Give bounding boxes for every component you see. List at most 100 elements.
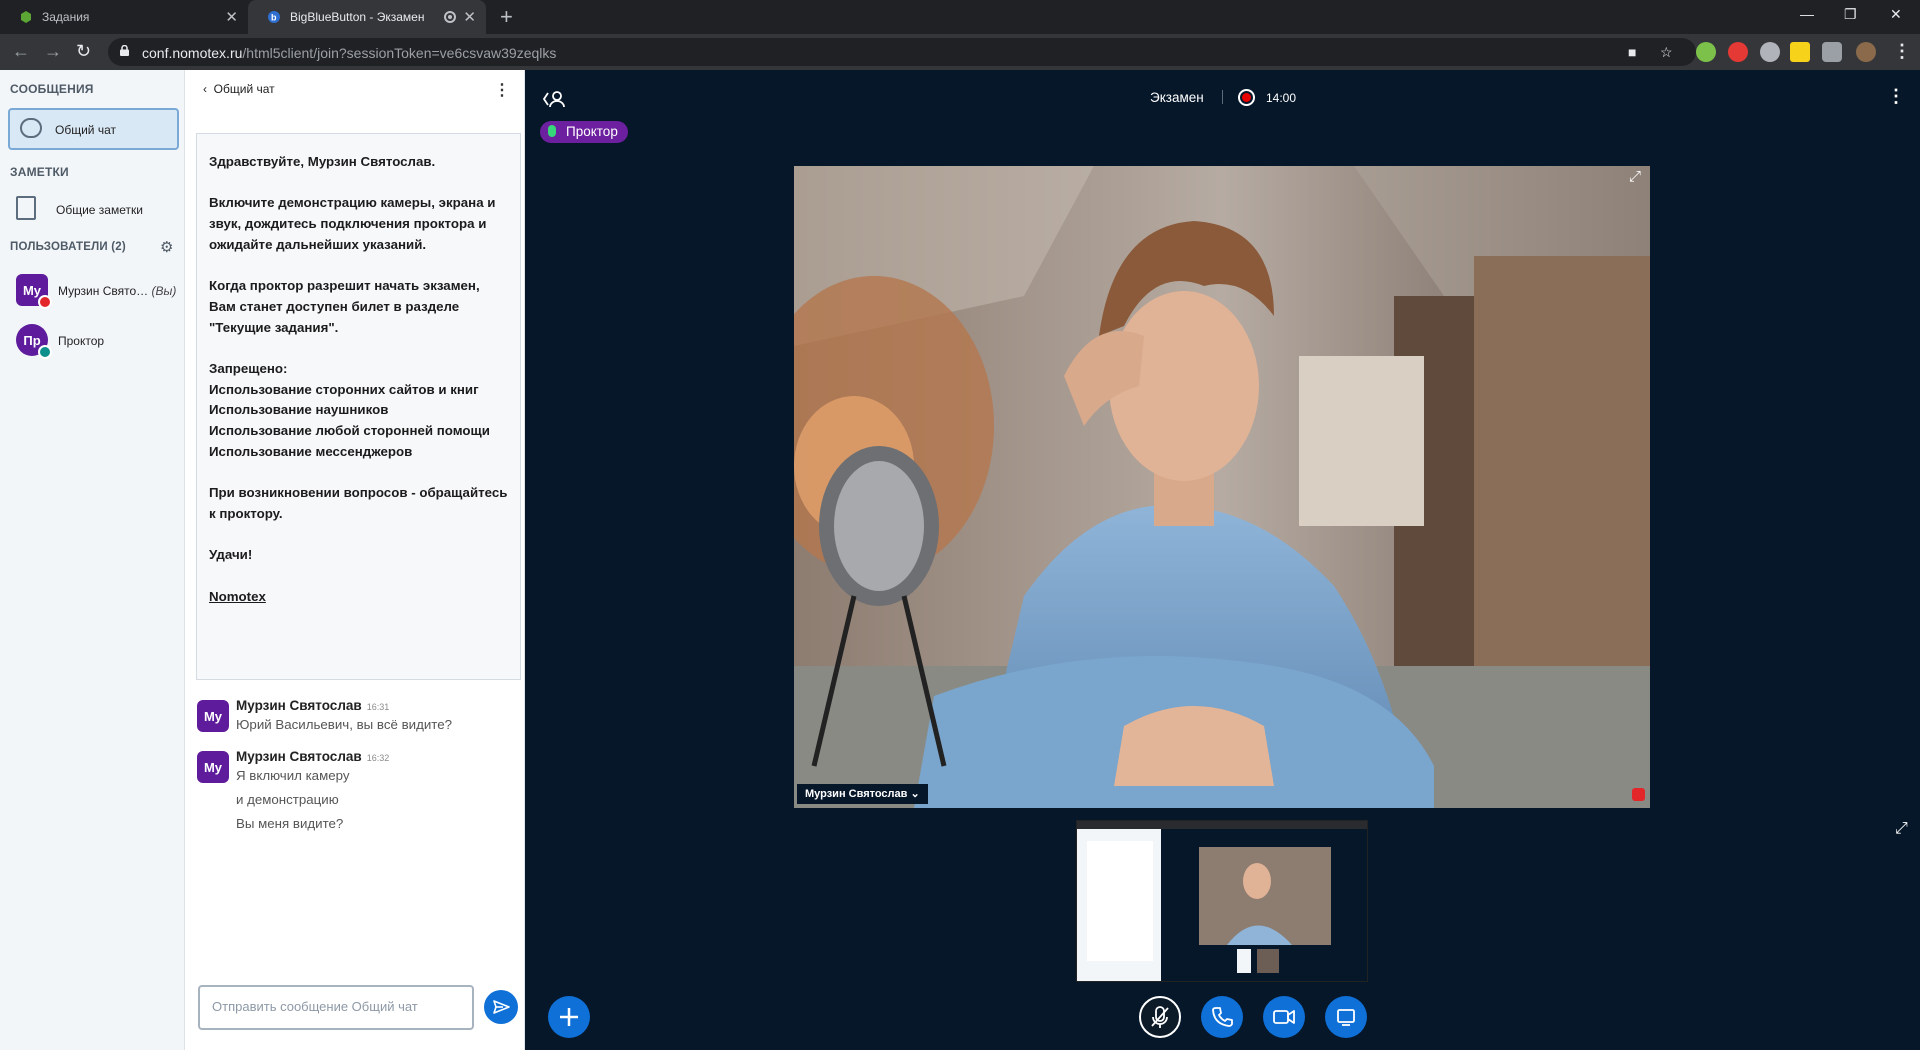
extension-yellow-icon[interactable] bbox=[1790, 42, 1810, 62]
forbidden-item: Использование наушников bbox=[209, 402, 389, 418]
back-icon[interactable]: ← bbox=[12, 41, 30, 62]
screen-share-preview[interactable] bbox=[1076, 820, 1368, 982]
talking-indicator-name: Проктор bbox=[566, 124, 618, 139]
window-close-icon[interactable]: ✕ bbox=[1890, 6, 1902, 23]
user-item-proctor[interactable]: Пр Проктор bbox=[14, 320, 184, 360]
address-bar[interactable]: conf.nomotex.ru/html5client/join?session… bbox=[108, 38, 1696, 66]
send-message-button[interactable] bbox=[484, 990, 518, 1024]
message-author: Мурзин Святослав 16:32 bbox=[236, 749, 390, 764]
forward-icon[interactable]: → bbox=[44, 41, 62, 62]
browser-menu-icon[interactable]: ⋮ bbox=[1893, 41, 1911, 62]
camera-in-use-icon[interactable]: ■ bbox=[1628, 44, 1636, 60]
screen-share-image bbox=[1077, 821, 1367, 981]
user-item-self[interactable]: Му Мурзин Свято… (Вы) bbox=[14, 270, 184, 310]
message-author: Мурзин Святослав 16:31 bbox=[236, 698, 390, 713]
welcome-signature: Nomotex bbox=[209, 588, 266, 604]
message-text: Юрий Васильевич, вы всё видите? bbox=[236, 717, 452, 732]
screen-share-icon bbox=[1337, 1009, 1355, 1026]
messages-section-title: СООБЩЕНИЯ bbox=[10, 82, 94, 96]
forbidden-item: Использование любой сторонней помощи bbox=[209, 423, 490, 439]
extension-globe-icon[interactable] bbox=[1760, 42, 1780, 62]
chat-message: Му Мурзин Святослав 16:31 Юрий Васильевич… bbox=[197, 698, 517, 738]
reload-icon[interactable]: ↻ bbox=[76, 41, 91, 62]
camera-icon bbox=[1273, 1010, 1295, 1024]
document-icon bbox=[16, 196, 36, 220]
webcam-video[interactable]: Мурзин Святослав ⌄ ⤢ bbox=[794, 166, 1650, 808]
presentation-fullscreen-icon[interactable]: ⤢ bbox=[1895, 820, 1908, 838]
chat-bubble-icon bbox=[20, 118, 42, 138]
public-chat-label: Общий чат bbox=[55, 123, 116, 137]
shared-notes-label: Общие заметки bbox=[56, 203, 143, 217]
recording-time: 14:00 bbox=[1266, 91, 1297, 105]
browser-tab-zadaniya[interactable]: Задания ✕ bbox=[0, 0, 248, 34]
bbb-app: СООБЩЕНИЯ Общий чат ЗАМЕТКИ Общие заметк… bbox=[0, 70, 1920, 1050]
fullscreen-icon[interactable]: ⤢ bbox=[1629, 168, 1641, 185]
browser-tab-bar: Задания ✕ b BigBlueButton - Экзамен ✕ + … bbox=[0, 0, 1920, 34]
send-icon bbox=[493, 1000, 510, 1014]
forbidden-title: Запрещено: bbox=[209, 360, 288, 376]
profile-avatar-icon[interactable] bbox=[1856, 42, 1876, 62]
meeting-options-icon[interactable]: ⋮ bbox=[1887, 86, 1905, 107]
avatar: Му bbox=[197, 751, 229, 783]
tab-close-icon[interactable]: ✕ bbox=[225, 8, 238, 26]
chat-message-input[interactable] bbox=[212, 999, 472, 1014]
extensions-puzzle-icon[interactable] bbox=[1822, 42, 1842, 62]
minimize-icon[interactable]: — bbox=[1800, 6, 1814, 22]
tab-title: BigBlueButton - Экзамен bbox=[290, 10, 425, 24]
header-divider bbox=[1222, 90, 1223, 104]
talking-indicator[interactable]: Проктор bbox=[540, 121, 628, 143]
forbidden-item: Использование мессенджеров bbox=[209, 443, 413, 459]
user-list-panel: СООБЩЕНИЯ Общий чат ЗАМЕТКИ Общие заметк… bbox=[0, 70, 185, 1050]
phone-icon bbox=[1212, 1007, 1233, 1027]
recording-indicator-icon[interactable] bbox=[1238, 89, 1255, 106]
toggle-userlist-icon[interactable] bbox=[542, 88, 568, 110]
chat-message: Му Мурзин Святослав 16:32 Я включил камер… bbox=[197, 749, 517, 839]
hexagon-favicon-icon bbox=[21, 11, 31, 23]
welcome-para2: Когда проктор разрешит начать экзамен, В… bbox=[209, 278, 480, 335]
shared-notes-item[interactable]: Общие заметки bbox=[10, 192, 181, 228]
chat-header[interactable]: ‹ Общий чат bbox=[203, 82, 275, 96]
message-time: 16:32 bbox=[366, 753, 390, 763]
leave-audio-button[interactable] bbox=[1201, 996, 1243, 1038]
webcam-image bbox=[794, 166, 1650, 808]
mute-microphone-button[interactable] bbox=[1139, 996, 1181, 1038]
chat-message-input-wrapper bbox=[198, 985, 474, 1030]
tab-close-icon[interactable]: ✕ bbox=[463, 8, 476, 26]
extension-hand-icon[interactable] bbox=[1728, 42, 1748, 62]
mic-muted-icon bbox=[1151, 1006, 1169, 1028]
welcome-para1: Включите демонстрацию камеры, экрана и з… bbox=[209, 195, 496, 252]
new-tab-icon[interactable]: + bbox=[500, 4, 513, 30]
actions-plus-button[interactable] bbox=[548, 996, 590, 1038]
bbb-favicon-icon: b bbox=[268, 11, 280, 23]
browser-toolbar: ← → ↻ conf.nomotex.ru/html5client/join?s… bbox=[0, 34, 1920, 70]
bookmark-star-icon[interactable]: ☆ bbox=[1660, 44, 1673, 61]
meeting-title: Экзамен bbox=[1150, 90, 1204, 105]
user-name: Мурзин Свято… (Вы) bbox=[58, 284, 177, 298]
message-text: и демонстрацию bbox=[236, 792, 339, 807]
browser-tab-bigbluebutton[interactable]: b BigBlueButton - Экзамен ✕ bbox=[248, 0, 486, 34]
welcome-message: Здравствуйте, Мурзин Святослав. Включите… bbox=[196, 133, 521, 680]
video-username-label[interactable]: Мурзин Святослав ⌄ bbox=[797, 784, 928, 804]
lock-icon bbox=[120, 45, 129, 56]
extension-frog-icon[interactable] bbox=[1696, 42, 1716, 62]
user-name: Проктор bbox=[58, 334, 105, 348]
share-screen-button[interactable] bbox=[1325, 996, 1367, 1038]
restore-icon[interactable]: ❐ bbox=[1844, 6, 1857, 23]
message-text: Я включил камеру bbox=[236, 768, 350, 783]
welcome-good-luck: Удачи! bbox=[209, 547, 253, 563]
tab-recording-icon bbox=[444, 11, 456, 23]
mic-status-badge bbox=[38, 345, 52, 359]
svg-text:b: b bbox=[271, 13, 277, 23]
muted-flag-icon bbox=[1632, 788, 1645, 801]
welcome-greeting: Здравствуйте, Мурзин Святослав. bbox=[209, 154, 436, 169]
public-chat-item[interactable]: Общий чат bbox=[8, 108, 179, 150]
meeting-main-area: Экзамен 14:00 ⋮ Проктор Мурзин Святослав… bbox=[525, 70, 1920, 1050]
mic-status-badge bbox=[38, 295, 52, 309]
share-webcam-button[interactable] bbox=[1263, 996, 1305, 1038]
microphone-icon bbox=[548, 125, 556, 137]
chat-options-icon[interactable]: ⋮ bbox=[494, 80, 510, 100]
avatar: Му bbox=[197, 700, 229, 732]
chat-panel: ‹ Общий чат ⋮ Здравствуйте, Мурзин Свято… bbox=[185, 70, 525, 1050]
message-time: 16:31 bbox=[366, 702, 390, 712]
gear-icon[interactable]: ⚙ bbox=[160, 238, 173, 256]
